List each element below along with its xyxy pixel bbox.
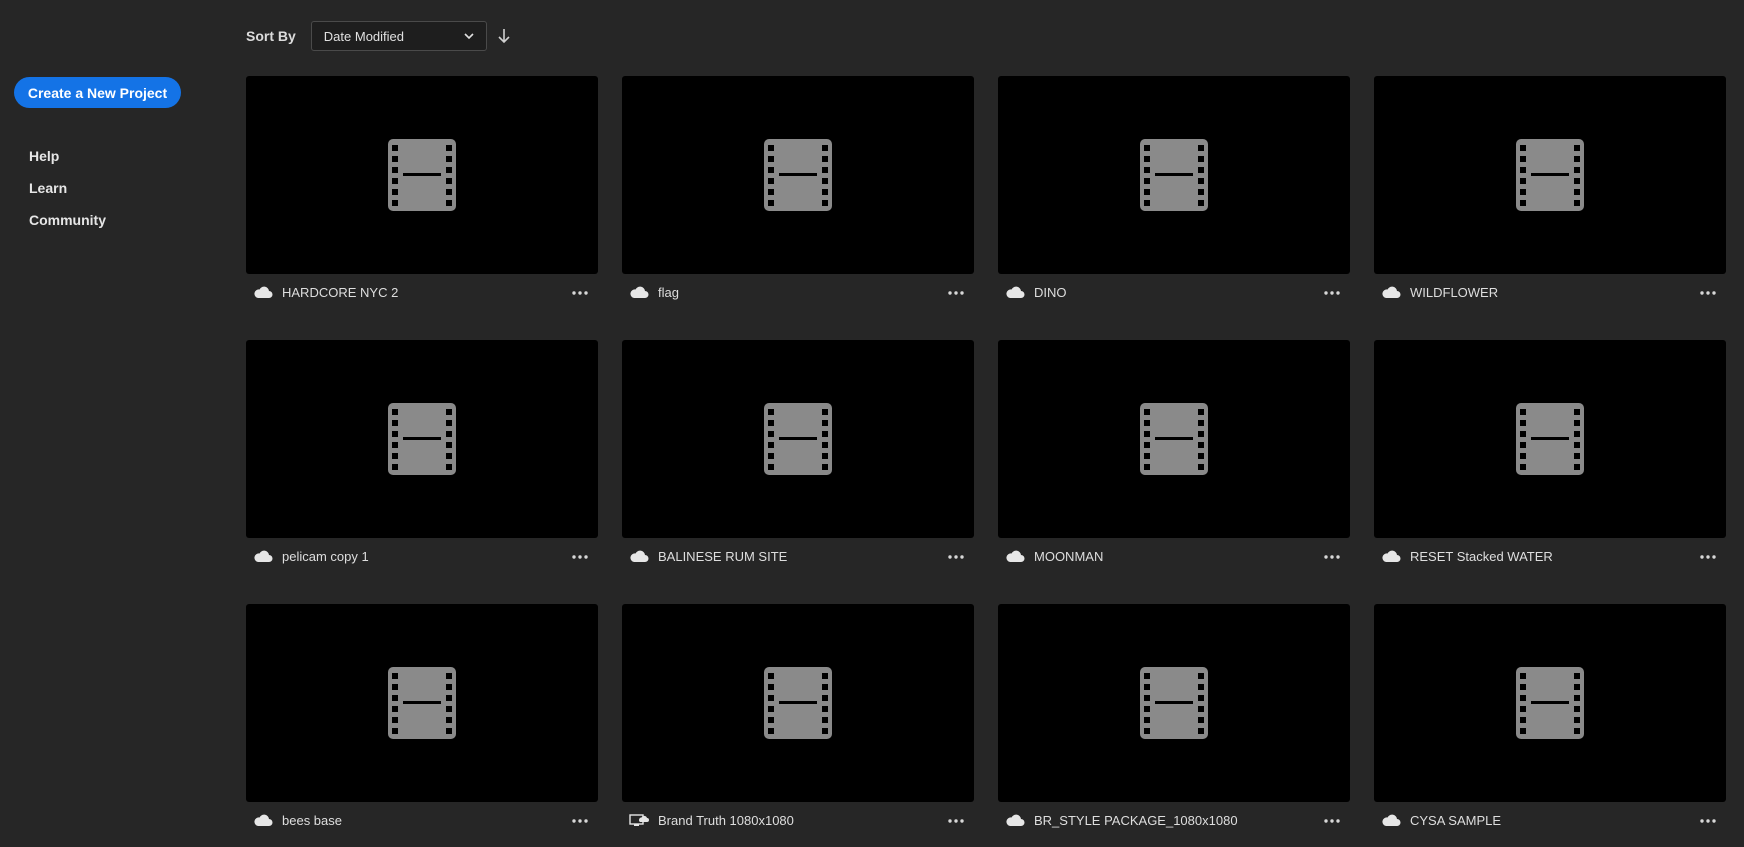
more-options-icon[interactable]: [945, 285, 967, 301]
cloud-icon: [254, 550, 273, 562]
project-card[interactable]: flag: [622, 76, 974, 326]
project-meta: MOONMAN: [998, 538, 1350, 586]
more-options-icon[interactable]: [945, 813, 967, 829]
cloud-icon: [630, 286, 649, 298]
cloud-icon: [630, 550, 649, 562]
sort-by-value: Date Modified: [323, 28, 405, 44]
project-meta: bees base: [246, 802, 598, 847]
more-options-icon[interactable]: [1321, 549, 1343, 565]
sidebar-item-help[interactable]: Help: [29, 146, 106, 178]
project-thumbnail[interactable]: [246, 340, 598, 538]
sidebar-item-community[interactable]: Community: [29, 210, 106, 242]
project-thumbnail[interactable]: [246, 76, 598, 274]
project-title: Brand Truth 1080x1080: [658, 813, 794, 828]
app-window: Create a New Project Help Learn Communit…: [0, 0, 1744, 847]
sidebar-nav: Help Learn Community: [29, 146, 106, 242]
film-icon: [764, 139, 832, 211]
sidebar-item-learn[interactable]: Learn: [29, 178, 106, 210]
project-thumbnail[interactable]: [1374, 340, 1726, 538]
more-options-icon[interactable]: [1697, 285, 1719, 301]
film-icon: [1140, 667, 1208, 739]
project-thumbnail[interactable]: [998, 604, 1350, 802]
project-card[interactable]: pelicam copy 1: [246, 340, 598, 590]
cloud-icon: [1006, 550, 1025, 562]
project-meta: pelicam copy 1: [246, 538, 598, 586]
project-card[interactable]: BR_STYLE PACKAGE_1080x1080: [998, 604, 1350, 847]
project-meta: DINO: [998, 274, 1350, 322]
film-icon: [1140, 139, 1208, 211]
project-thumbnail[interactable]: [1374, 604, 1726, 802]
project-thumbnail[interactable]: [622, 76, 974, 274]
film-icon: [1516, 667, 1584, 739]
cloud-icon: [254, 814, 273, 826]
project-card[interactable]: DINO: [998, 76, 1350, 326]
cloud-icon: [1006, 286, 1025, 298]
project-title: bees base: [282, 813, 342, 828]
chevron-down-icon: [464, 33, 474, 40]
project-title: BR_STYLE PACKAGE_1080x1080: [1034, 813, 1238, 828]
project-meta: CYSA SAMPLE: [1374, 802, 1726, 847]
more-options-icon[interactable]: [1321, 813, 1343, 829]
project-meta: WILDFLOWER: [1374, 274, 1726, 322]
sort-by-dropdown[interactable]: Date Modified: [310, 21, 487, 51]
more-options-icon[interactable]: [569, 285, 591, 301]
film-icon: [388, 403, 456, 475]
more-options-icon[interactable]: [569, 813, 591, 829]
project-card[interactable]: CYSA SAMPLE: [1374, 604, 1726, 847]
sort-by-label: Sort By: [246, 28, 296, 44]
project-card[interactable]: MOONMAN: [998, 340, 1350, 590]
more-options-icon[interactable]: [945, 549, 967, 565]
project-card[interactable]: HARDCORE NYC 2: [246, 76, 598, 326]
more-options-icon[interactable]: [1321, 285, 1343, 301]
project-title: CYSA SAMPLE: [1410, 813, 1502, 828]
film-icon: [1516, 139, 1584, 211]
project-meta: BR_STYLE PACKAGE_1080x1080: [998, 802, 1350, 847]
project-thumbnail[interactable]: [998, 76, 1350, 274]
project-thumbnail[interactable]: [622, 340, 974, 538]
project-title: HARDCORE NYC 2: [282, 285, 399, 300]
project-meta: flag: [622, 274, 974, 322]
project-card[interactable]: bees base: [246, 604, 598, 847]
project-card[interactable]: BALINESE RUM SITE: [622, 340, 974, 590]
create-new-project-button[interactable]: Create a New Project: [14, 77, 181, 108]
cloud-icon: [254, 286, 273, 298]
project-thumbnail[interactable]: [1374, 76, 1726, 274]
project-card[interactable]: Brand Truth 1080x1080: [622, 604, 974, 847]
sort-toolbar: Sort By Date Modified: [246, 21, 513, 51]
project-title: flag: [658, 285, 679, 300]
film-icon: [764, 667, 832, 739]
project-card[interactable]: WILDFLOWER: [1374, 76, 1726, 326]
film-icon: [764, 403, 832, 475]
arrow-down-icon[interactable]: [495, 27, 513, 45]
project-title: WILDFLOWER: [1410, 285, 1499, 300]
project-thumbnail[interactable]: [622, 604, 974, 802]
project-thumbnail[interactable]: [998, 340, 1350, 538]
project-title: pelicam copy 1: [282, 549, 369, 564]
cloud-icon: [1382, 814, 1401, 826]
project-card[interactable]: RESET Stacked WATER: [1374, 340, 1726, 590]
project-thumbnail[interactable]: [246, 604, 598, 802]
project-meta: BALINESE RUM SITE: [622, 538, 974, 586]
sidebar: Create a New Project Help Learn Communit…: [0, 0, 230, 847]
cloud-icon: [1006, 814, 1025, 826]
project-meta: RESET Stacked WATER: [1374, 538, 1726, 586]
cloud-icon: [1382, 550, 1401, 562]
local-sync-icon: [629, 814, 649, 826]
project-meta: HARDCORE NYC 2: [246, 274, 598, 322]
project-title: RESET Stacked WATER: [1410, 549, 1553, 564]
project-meta: Brand Truth 1080x1080: [622, 802, 974, 847]
film-icon: [388, 667, 456, 739]
film-icon: [388, 139, 456, 211]
film-icon: [1516, 403, 1584, 475]
film-icon: [1140, 403, 1208, 475]
project-title: BALINESE RUM SITE: [658, 549, 788, 564]
more-options-icon[interactable]: [1697, 549, 1719, 565]
cloud-icon: [1382, 286, 1401, 298]
more-options-icon[interactable]: [1697, 813, 1719, 829]
project-title: DINO: [1034, 285, 1067, 300]
more-options-icon[interactable]: [569, 549, 591, 565]
project-title: MOONMAN: [1034, 549, 1104, 564]
